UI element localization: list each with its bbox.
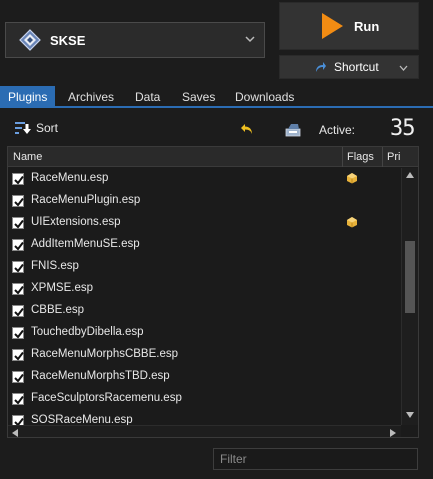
plugin-row[interactable]: RaceMenu.esp: [8, 168, 400, 190]
plugin-row[interactable]: TouchedbyDibella.esp: [8, 322, 400, 344]
plugin-name: RaceMenuMorphsTBD.esp: [31, 370, 170, 382]
plugin-checkbox[interactable]: [12, 217, 24, 229]
checkmark-icon: [14, 395, 24, 405]
plugin-row[interactable]: XPMSE.esp: [8, 278, 400, 300]
plugin-row[interactable]: CBBE.esp: [8, 300, 400, 322]
plugin-name: UIExtensions.esp: [31, 216, 121, 228]
vertical-scrollbar[interactable]: [401, 168, 418, 425]
plugin-checkbox[interactable]: [12, 305, 24, 317]
sort-button[interactable]: Sort: [15, 121, 58, 135]
checkmark-icon: [14, 329, 24, 339]
backup-icon[interactable]: [285, 121, 301, 137]
plugin-name: TouchedbyDibella.esp: [31, 326, 144, 338]
checkmark-icon: [14, 175, 24, 185]
scroll-down-icon[interactable]: [406, 412, 414, 418]
scroll-left-icon[interactable]: [12, 429, 18, 437]
plugin-checkbox[interactable]: [12, 239, 24, 251]
chevron-down-icon[interactable]: [399, 65, 408, 72]
plugin-name: FNIS.esp: [31, 260, 79, 272]
plugin-name: RaceMenuPlugin.esp: [31, 194, 141, 206]
plugin-name: XPMSE.esp: [31, 282, 93, 294]
shortcut-button[interactable]: Shortcut: [279, 55, 419, 79]
shortcut-arrow-icon: [316, 62, 326, 72]
checkmark-icon: [14, 417, 24, 425]
tab-downloads[interactable]: Downloads: [227, 86, 302, 108]
archive-flag-icon: [347, 173, 357, 184]
checkmark-icon: [14, 307, 24, 317]
plugin-row[interactable]: FNIS.esp: [8, 256, 400, 278]
plugin-name: RaceMenuMorphsCBBE.esp: [31, 348, 179, 360]
active-count: 35: [390, 116, 415, 141]
executable-name: SKSE: [50, 32, 86, 48]
plugin-name: FaceSculptorsRacemenu.esp: [31, 392, 182, 404]
plugin-row[interactable]: RaceMenuPlugin.esp: [8, 190, 400, 212]
plugin-row[interactable]: UIExtensions.esp: [8, 212, 400, 234]
plugin-list-header: Name Flags Pri: [8, 147, 418, 167]
undo-icon[interactable]: [240, 123, 254, 135]
plugin-checkbox[interactable]: [12, 173, 24, 185]
plugin-row[interactable]: SOSRaceMenu.esp: [8, 410, 400, 425]
plugin-row[interactable]: AddItemMenuSE.esp: [8, 234, 400, 256]
column-header-name[interactable]: Name: [13, 151, 42, 163]
plugin-toolbar: Sort Active: 35: [0, 114, 433, 146]
checkmark-icon: [14, 241, 24, 251]
checkmark-icon: [14, 197, 24, 207]
plugin-checkbox[interactable]: [12, 283, 24, 295]
plugin-checkbox[interactable]: [12, 371, 24, 383]
filter-input[interactable]: [213, 448, 418, 470]
plugin-name: SOSRaceMenu.esp: [31, 414, 133, 425]
plugin-row[interactable]: FaceSculptorsRacemenu.esp: [8, 388, 400, 410]
plugin-rows: RaceMenu.esp RaceMenuPlugin.esp UIExtensio…: [8, 168, 400, 425]
skse-diamond-icon: [19, 29, 41, 51]
tab-plugins[interactable]: Plugins: [0, 86, 56, 108]
plugin-checkbox[interactable]: [12, 195, 24, 207]
sort-icon: [15, 122, 31, 134]
plugin-list: Name Flags Pri RaceMenu.esp RaceMenuPlugi…: [7, 146, 419, 438]
column-header-flags[interactable]: Flags: [342, 147, 382, 167]
run-label: Run: [354, 18, 380, 34]
checkmark-icon: [14, 219, 24, 229]
column-header-priority[interactable]: Pri: [382, 147, 406, 167]
plugin-row[interactable]: RaceMenuMorphsTBD.esp: [8, 366, 400, 388]
tab-saves[interactable]: Saves: [174, 86, 223, 108]
sort-label: Sort: [36, 121, 59, 135]
checkmark-icon: [14, 285, 24, 295]
active-label: Active:: [319, 123, 356, 137]
checkmark-icon: [14, 263, 24, 273]
checkmark-icon: [14, 373, 24, 383]
plugin-checkbox[interactable]: [12, 327, 24, 339]
plugin-name: AddItemMenuSE.esp: [31, 238, 140, 250]
horizontal-scrollbar[interactable]: [8, 425, 401, 437]
scroll-up-icon[interactable]: [406, 172, 414, 178]
tab-data[interactable]: Data: [127, 86, 168, 108]
plugin-row[interactable]: RaceMenuMorphsCBBE.esp: [8, 344, 400, 366]
plugin-name: CBBE.esp: [31, 304, 85, 316]
scrollbar-thumb[interactable]: [405, 241, 415, 313]
plugin-name: RaceMenu.esp: [31, 172, 109, 184]
tab-bar: Plugins Archives Data Saves Downloads: [0, 86, 433, 108]
plugin-checkbox[interactable]: [12, 261, 24, 273]
executable-dropdown[interactable]: SKSE: [5, 22, 265, 58]
scroll-right-icon[interactable]: [390, 429, 396, 437]
checkmark-icon: [14, 351, 24, 361]
plugin-checkbox[interactable]: [12, 349, 24, 361]
run-button[interactable]: Run: [279, 2, 419, 50]
archive-flag-icon: [347, 217, 357, 228]
chevron-down-icon[interactable]: [244, 33, 256, 45]
tab-archives[interactable]: Archives: [60, 86, 122, 108]
play-icon: [322, 13, 343, 39]
shortcut-label: Shortcut: [334, 60, 379, 74]
plugin-checkbox[interactable]: [12, 393, 24, 405]
plugin-checkbox[interactable]: [12, 415, 24, 425]
